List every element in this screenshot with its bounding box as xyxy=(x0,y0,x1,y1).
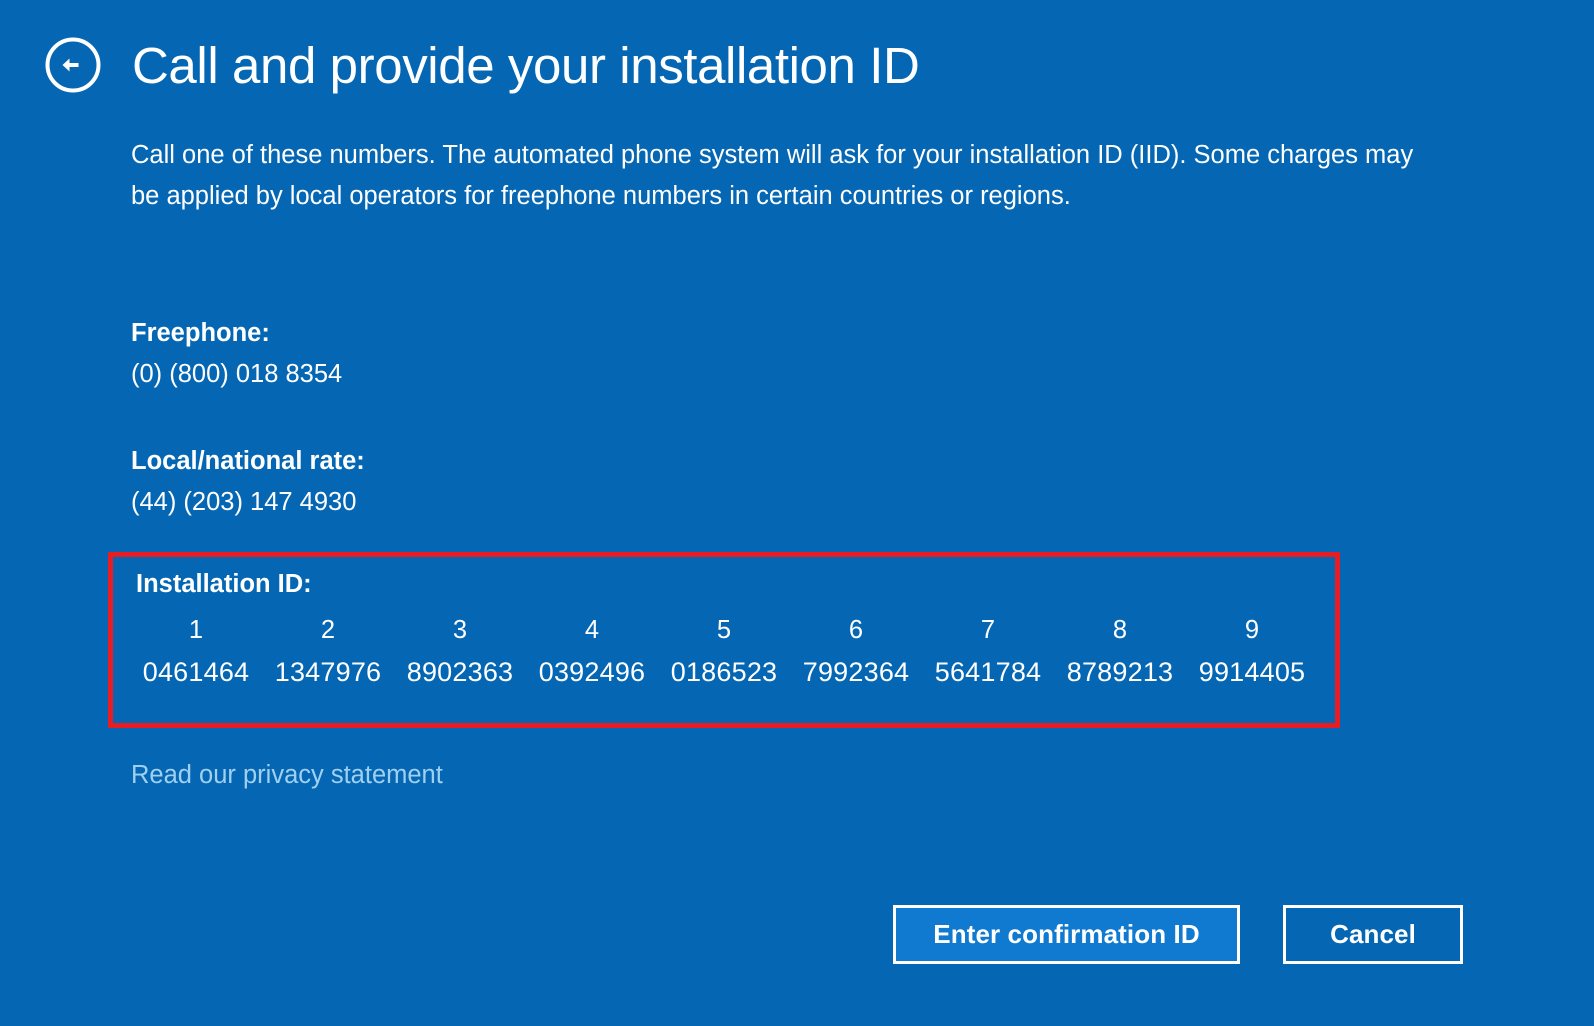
installation-id-group-index: 3 xyxy=(453,612,467,649)
button-row: Enter confirmation ID Cancel xyxy=(893,905,1463,964)
installation-id-group-index: 7 xyxy=(981,612,995,649)
local-rate-block: Local/national rate: (44) (203) 147 4930 xyxy=(131,442,365,521)
freephone-label: Freephone: xyxy=(131,314,342,352)
installation-id-group-index: 1 xyxy=(189,612,203,649)
installation-id-group-digits: 0461464 xyxy=(143,649,250,696)
local-rate-number: (44) (203) 147 4930 xyxy=(131,483,365,521)
installation-id-group: 5 0186523 xyxy=(658,612,790,696)
freephone-number: (0) (800) 018 8354 xyxy=(131,355,342,393)
page-header: Call and provide your installation ID xyxy=(44,36,919,94)
installation-id-group: 2 1347976 xyxy=(262,612,394,696)
back-arrow-circle-icon xyxy=(44,36,102,94)
page-title: Call and provide your installation ID xyxy=(132,40,919,91)
installation-id-group-digits: 0392496 xyxy=(539,649,646,696)
installation-id-group: 6 7992364 xyxy=(790,612,922,696)
installation-id-group: 9 9914405 xyxy=(1186,612,1318,696)
cancel-button[interactable]: Cancel xyxy=(1283,905,1463,964)
installation-id-group-digits: 1347976 xyxy=(275,649,382,696)
installation-id-group: 3 8902363 xyxy=(394,612,526,696)
installation-id-label: Installation ID: xyxy=(136,565,312,603)
intro-paragraph: Call one of these numbers. The automated… xyxy=(131,135,1441,217)
installation-id-group: 1 0461464 xyxy=(130,612,262,696)
installation-id-group-index: 2 xyxy=(321,612,335,649)
privacy-statement-link[interactable]: Read our privacy statement xyxy=(131,757,443,793)
installation-id-group-index: 8 xyxy=(1113,612,1127,649)
installation-id-group-digits: 0186523 xyxy=(671,649,778,696)
installation-id-highlight-box: Installation ID: 1 0461464 2 1347976 3 8… xyxy=(108,552,1340,728)
installation-id-group-digits: 7992364 xyxy=(803,649,910,696)
installation-id-group-index: 6 xyxy=(849,612,863,649)
installation-id-group-index: 4 xyxy=(585,612,599,649)
installation-id-group: 7 5641784 xyxy=(922,612,1054,696)
installation-id-grid: 1 0461464 2 1347976 3 8902363 4 0392496 … xyxy=(130,612,1318,696)
enter-confirmation-id-button[interactable]: Enter confirmation ID xyxy=(893,905,1240,964)
installation-id-group-digits: 8789213 xyxy=(1067,649,1174,696)
installation-id-group-digits: 5641784 xyxy=(935,649,1042,696)
installation-id-group: 8 8789213 xyxy=(1054,612,1186,696)
installation-id-group-digits: 9914405 xyxy=(1199,649,1306,696)
installation-id-group-index: 9 xyxy=(1245,612,1259,649)
back-button[interactable] xyxy=(44,36,102,94)
local-rate-label: Local/national rate: xyxy=(131,442,365,480)
installation-id-group-digits: 8902363 xyxy=(407,649,514,696)
installation-id-group-index: 5 xyxy=(717,612,731,649)
freephone-block: Freephone: (0) (800) 018 8354 xyxy=(131,314,342,393)
installation-id-group: 4 0392496 xyxy=(526,612,658,696)
